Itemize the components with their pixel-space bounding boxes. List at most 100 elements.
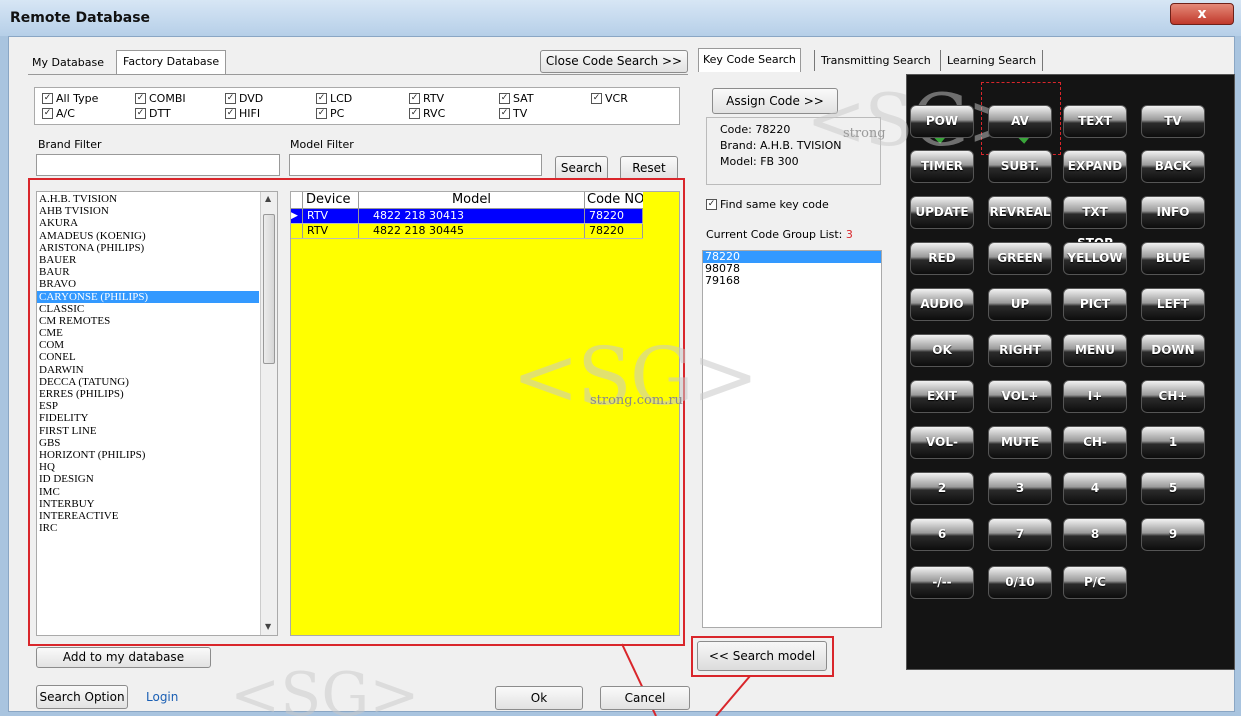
remote-key-4[interactable]: 4 <box>1063 472 1127 505</box>
checkbox-box[interactable]: ✓ <box>225 108 236 119</box>
tab-factory-database[interactable]: Factory Database <box>116 50 227 74</box>
close-window-button[interactable]: x <box>1170 3 1234 25</box>
close-code-search-button[interactable]: Close Code Search >> <box>540 50 688 73</box>
remote-key-vol-[interactable]: VOL- <box>910 426 974 459</box>
remote-key-9[interactable]: 9 <box>1141 518 1205 551</box>
remote-key-tv[interactable]: TV <box>1141 105 1205 138</box>
remote-key-left[interactable]: LEFT <box>1141 288 1205 321</box>
type-checkbox-rvc[interactable]: ✓ RVC <box>409 107 445 120</box>
group-count: 3 <box>845 228 853 241</box>
add-to-my-database-button[interactable]: Add to my database <box>36 647 211 668</box>
remote-key-expand[interactable]: EXPAND <box>1063 150 1127 183</box>
checkbox-box[interactable]: ✓ <box>42 108 53 119</box>
cancel-button[interactable]: Cancel <box>600 686 690 710</box>
type-label: All Type <box>56 92 99 105</box>
checkbox-box[interactable]: ✓ <box>316 93 327 104</box>
remote-key-text[interactable]: TEXT <box>1063 105 1127 138</box>
remote-key-update[interactable]: UPDATE <box>910 196 974 229</box>
type-checkbox-sat[interactable]: ✓ SAT <box>499 92 534 105</box>
type-checkbox-pc[interactable]: ✓ PC <box>316 107 344 120</box>
remote-key-red[interactable]: RED <box>910 242 974 275</box>
type-label: RVC <box>423 107 446 120</box>
checkbox-box[interactable]: ✓ <box>135 108 146 119</box>
remote-key-pow[interactable]: POW <box>910 105 974 138</box>
remote-key-right[interactable]: RIGHT <box>988 334 1052 367</box>
remote-key-3[interactable]: 3 <box>988 472 1052 505</box>
remote-key-exit[interactable]: EXIT <box>910 380 974 413</box>
remote-key-1[interactable]: 1 <box>1141 426 1205 459</box>
checkbox-box[interactable]: ✓ <box>135 93 146 104</box>
remote-key-yellow[interactable]: YELLOW <box>1063 242 1127 275</box>
login-link[interactable]: Login <box>146 690 178 704</box>
remote-key-revreal[interactable]: REVREAL <box>988 196 1052 229</box>
type-checkbox-rtv[interactable]: ✓ RTV <box>409 92 444 105</box>
remote-key-iplus[interactable]: I+ <box>1063 380 1127 413</box>
code-group-list[interactable]: 78220 98078 79168 <box>702 250 882 628</box>
type-label: DVD <box>239 92 264 105</box>
tab-my-database[interactable]: My Database <box>26 52 110 73</box>
remote-key-pict[interactable]: PICT <box>1063 288 1127 321</box>
remote-key-mute[interactable]: MUTE <box>988 426 1052 459</box>
checkbox-box[interactable]: ✓ <box>409 108 420 119</box>
model-filter-input[interactable] <box>289 154 542 176</box>
remote-key-p-c[interactable]: P/C <box>1063 566 1127 599</box>
brand-filter-label: Brand Filter <box>38 138 102 151</box>
type-label: VCR <box>605 92 628 105</box>
remote-key-0-10[interactable]: 0/10 <box>988 566 1052 599</box>
remote-key-timer[interactable]: TIMER <box>910 150 974 183</box>
type-checkbox-a-c[interactable]: ✓ A/C <box>42 107 75 120</box>
code-group-item[interactable]: 79168 <box>703 275 881 287</box>
remote-key-ok[interactable]: OK <box>910 334 974 367</box>
checkbox-box[interactable]: ✓ <box>42 93 53 104</box>
type-label: TV <box>513 107 528 120</box>
remote-key-green[interactable]: GREEN <box>988 242 1052 275</box>
remote-key-menu[interactable]: MENU <box>1063 334 1127 367</box>
checkbox-box[interactable]: ✓ <box>499 108 510 119</box>
remote-key-up[interactable]: UP <box>988 288 1052 321</box>
remote-key-7[interactable]: 7 <box>988 518 1052 551</box>
type-label: SAT <box>513 92 534 105</box>
tab-transmitting-search[interactable]: Transmitting Search <box>814 50 937 71</box>
remote-key-6[interactable]: 6 <box>910 518 974 551</box>
checkbox-box[interactable]: ✓ <box>409 93 420 104</box>
checkbox-box[interactable]: ✓ <box>591 93 602 104</box>
remote-key-back[interactable]: BACK <box>1141 150 1205 183</box>
search-option-button[interactable]: Search Option <box>36 685 128 709</box>
remote-key-info[interactable]: INFO <box>1141 196 1205 229</box>
remote-key--[interactable]: -/-- <box>910 566 974 599</box>
watermark-text-2: strong <box>843 126 886 141</box>
ok-button[interactable]: Ok <box>495 686 583 710</box>
search-button[interactable]: Search <box>555 156 608 180</box>
type-label: DTT <box>149 107 171 120</box>
remote-key-av[interactable]: AV <box>988 105 1052 138</box>
type-checkbox-lcd[interactable]: ✓ LCD <box>316 92 352 105</box>
brand-filter-input[interactable] <box>36 154 280 176</box>
type-checkbox-hifi[interactable]: ✓ HIFI <box>225 107 260 120</box>
search-model-button[interactable]: << Search model <box>697 641 827 671</box>
group-list-text: Current Code Group List: <box>706 228 843 241</box>
tab-key-code-search[interactable]: Key Code Search <box>698 48 801 72</box>
checkbox-box[interactable]: ✓ <box>499 93 510 104</box>
type-checkbox-all-type[interactable]: ✓ All Type <box>42 92 98 105</box>
find-same-key-checkbox[interactable]: ✓ Find same key code <box>706 198 829 211</box>
remote-key-volplus[interactable]: VOL+ <box>988 380 1052 413</box>
remote-key-txt-stop[interactable]: TXT STOP <box>1063 196 1127 250</box>
reset-button[interactable]: Reset <box>620 156 678 180</box>
remote-key-down[interactable]: DOWN <box>1141 334 1205 367</box>
remote-key-blue[interactable]: BLUE <box>1141 242 1205 275</box>
checkbox-box[interactable]: ✓ <box>225 93 236 104</box>
remote-key-5[interactable]: 5 <box>1141 472 1205 505</box>
type-checkbox-dvd[interactable]: ✓ DVD <box>225 92 263 105</box>
type-checkbox-dtt[interactable]: ✓ DTT <box>135 107 171 120</box>
remote-key-audio[interactable]: AUDIO <box>910 288 974 321</box>
type-checkbox-tv[interactable]: ✓ TV <box>499 107 527 120</box>
remote-key-subt-[interactable]: SUBT. <box>988 150 1052 183</box>
remote-key-ch-[interactable]: CH- <box>1063 426 1127 459</box>
tab-learning-search[interactable]: Learning Search <box>940 50 1044 71</box>
checkbox-box[interactable]: ✓ <box>316 108 327 119</box>
type-checkbox-combi[interactable]: ✓ COMBI <box>135 92 186 105</box>
type-checkbox-vcr[interactable]: ✓ VCR <box>591 92 628 105</box>
remote-key-chplus[interactable]: CH+ <box>1141 380 1205 413</box>
remote-key-8[interactable]: 8 <box>1063 518 1127 551</box>
remote-key-2[interactable]: 2 <box>910 472 974 505</box>
